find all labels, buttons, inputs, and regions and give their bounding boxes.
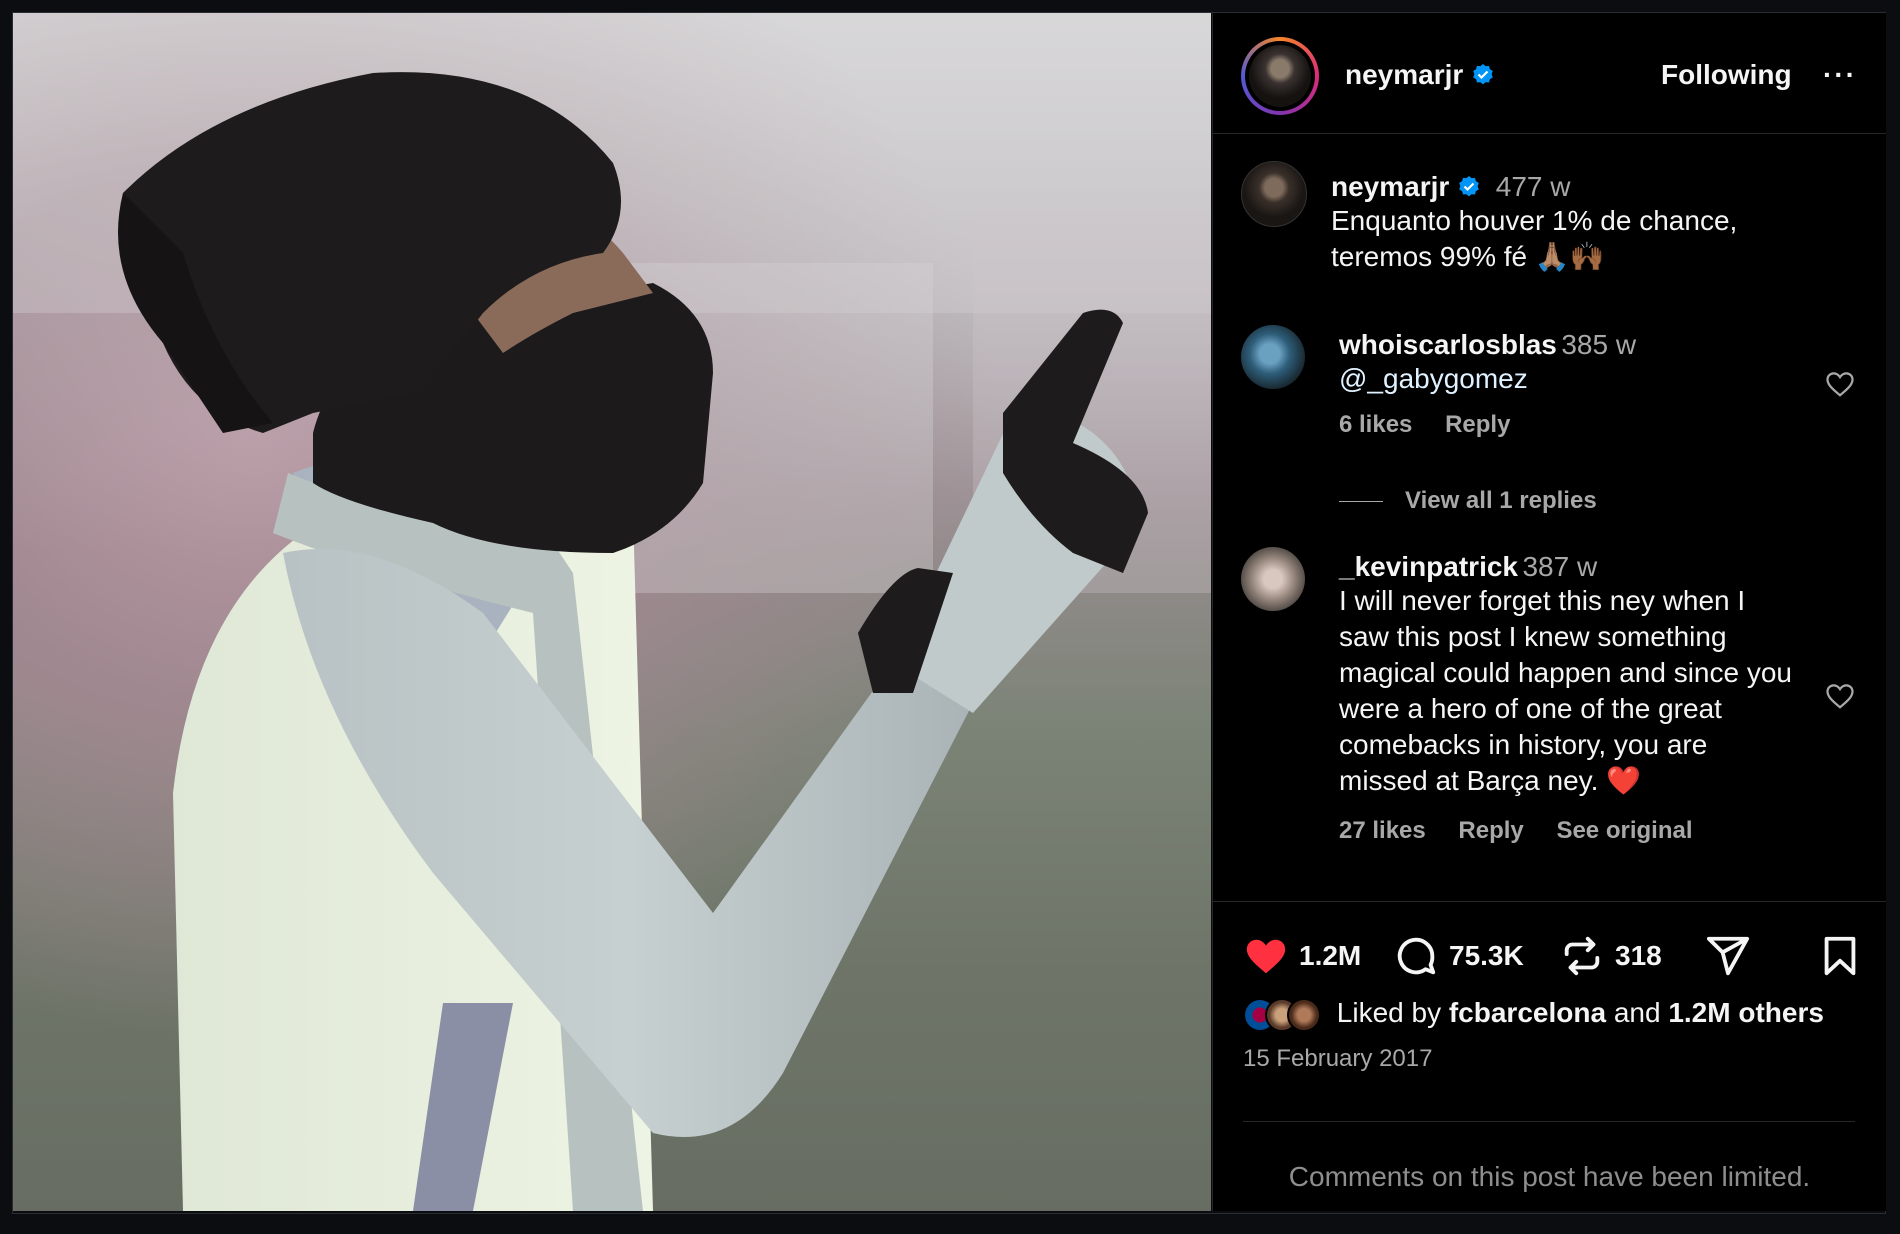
comment-username[interactable]: whoiscarlosblas: [1339, 329, 1557, 360]
comments-limited-notice: Comments on this post have been limited.: [1288, 1161, 1811, 1192]
comment-action[interactable]: 75.3K: [1393, 931, 1524, 981]
divider: [1213, 901, 1886, 902]
comment-likes[interactable]: 6 likes: [1339, 411, 1412, 438]
author-avatar[interactable]: [1241, 37, 1319, 115]
comment-mention[interactable]: @_gabygomez: [1339, 361, 1819, 397]
action-bar: 1.2M 75.3K 318: [1243, 931, 1863, 981]
repost-icon[interactable]: [1559, 933, 1605, 979]
comment-item: _kevinpatrick 387 w I will never forget …: [1339, 551, 1829, 845]
post-date[interactable]: 15 February 2017: [1243, 1045, 1432, 1073]
verified-badge-icon: [1473, 64, 1494, 85]
post-photo[interactable]: [13, 13, 1211, 1211]
liked-by-and: and: [1613, 997, 1661, 1028]
author-username[interactable]: neymarjr: [1345, 59, 1495, 91]
author-username-text[interactable]: neymarjr: [1345, 59, 1463, 90]
likes-count[interactable]: 1.2M: [1299, 940, 1361, 972]
liked-by: Liked by fcbarcelona and 1.2M others: [1243, 997, 1824, 1032]
post-modal: neymarjr Following ··· neymarjr 477 w En…: [12, 12, 1886, 1214]
comment-text-line: were a hero of one of the great: [1339, 693, 1722, 724]
like-action[interactable]: 1.2M: [1243, 931, 1361, 981]
comment-text-line: magical could happen and since you: [1339, 657, 1792, 688]
comment-reply-button[interactable]: Reply: [1458, 817, 1523, 844]
comment-age: 387 w: [1522, 551, 1598, 582]
post-caption: neymarjr 477 w Enquanto houver 1% de cha…: [1331, 171, 1851, 275]
comments-count[interactable]: 75.3K: [1449, 940, 1524, 972]
caption-avatar[interactable]: [1241, 161, 1307, 227]
comment-heart-icon[interactable]: [1825, 681, 1855, 711]
share-icon[interactable]: [1705, 933, 1751, 979]
comment-age: 385 w: [1561, 329, 1637, 360]
bookmark-icon[interactable]: [1817, 933, 1863, 979]
caption-username[interactable]: neymarjr: [1331, 171, 1449, 202]
view-replies-label[interactable]: View all 1 replies: [1405, 487, 1597, 514]
comment-avatar[interactable]: [1241, 547, 1305, 611]
comment-likes[interactable]: 27 likes: [1339, 817, 1426, 844]
repost-action[interactable]: 318: [1559, 931, 1662, 981]
comment-avatar[interactable]: [1241, 325, 1305, 389]
heart-icon[interactable]: [1243, 933, 1289, 979]
post-header: neymarjr Following ···: [1213, 13, 1886, 134]
comment-text-line: comebacks in history, you are: [1339, 729, 1708, 760]
comment-username[interactable]: _kevinpatrick: [1339, 551, 1518, 582]
reposts-count[interactable]: 318: [1615, 940, 1662, 972]
caption-text-line-1: Enquanto houver 1% de chance,: [1331, 205, 1738, 236]
comment-actions: 6 likes Reply: [1339, 411, 1819, 439]
liked-by-prefix: Liked by: [1336, 997, 1442, 1028]
comment-text-line: missed at Barça ney. ❤️: [1339, 765, 1642, 796]
liked-by-others[interactable]: 1.2M others: [1668, 997, 1824, 1028]
post-photo-illustration: [13, 13, 1211, 1211]
comment-text-line: I will never forget this ney when I: [1339, 585, 1746, 616]
liked-by-user[interactable]: fcbarcelona: [1449, 997, 1606, 1028]
post-sidebar: neymarjr Following ··· neymarjr 477 w En…: [1212, 13, 1886, 1211]
share-action[interactable]: [1705, 931, 1751, 981]
comment-reply-button[interactable]: Reply: [1445, 411, 1510, 438]
comment-item: whoiscarlosblas 385 w @_gabygomez 6 like…: [1339, 329, 1819, 439]
liker-avatar[interactable]: [1287, 997, 1321, 1032]
save-action[interactable]: [1817, 931, 1863, 981]
comment-text-line: saw this post I knew something: [1339, 621, 1727, 652]
caption-text-line-2: teremos 99% fé 🙏🏽🙌🏾: [1331, 241, 1605, 272]
replies-line: [1339, 501, 1383, 503]
more-options-icon[interactable]: ···: [1823, 59, 1857, 91]
comment-actions: 27 likes Reply See original: [1339, 817, 1829, 845]
caption-age: 477 w: [1495, 171, 1571, 202]
view-replies-button[interactable]: View all 1 replies: [1339, 487, 1597, 515]
following-button[interactable]: Following: [1661, 59, 1792, 91]
divider: [1243, 1121, 1855, 1122]
see-original-button[interactable]: See original: [1556, 817, 1692, 844]
comment-icon[interactable]: [1393, 933, 1439, 979]
verified-badge-icon: [1459, 176, 1480, 197]
comment-heart-icon[interactable]: [1825, 369, 1855, 399]
